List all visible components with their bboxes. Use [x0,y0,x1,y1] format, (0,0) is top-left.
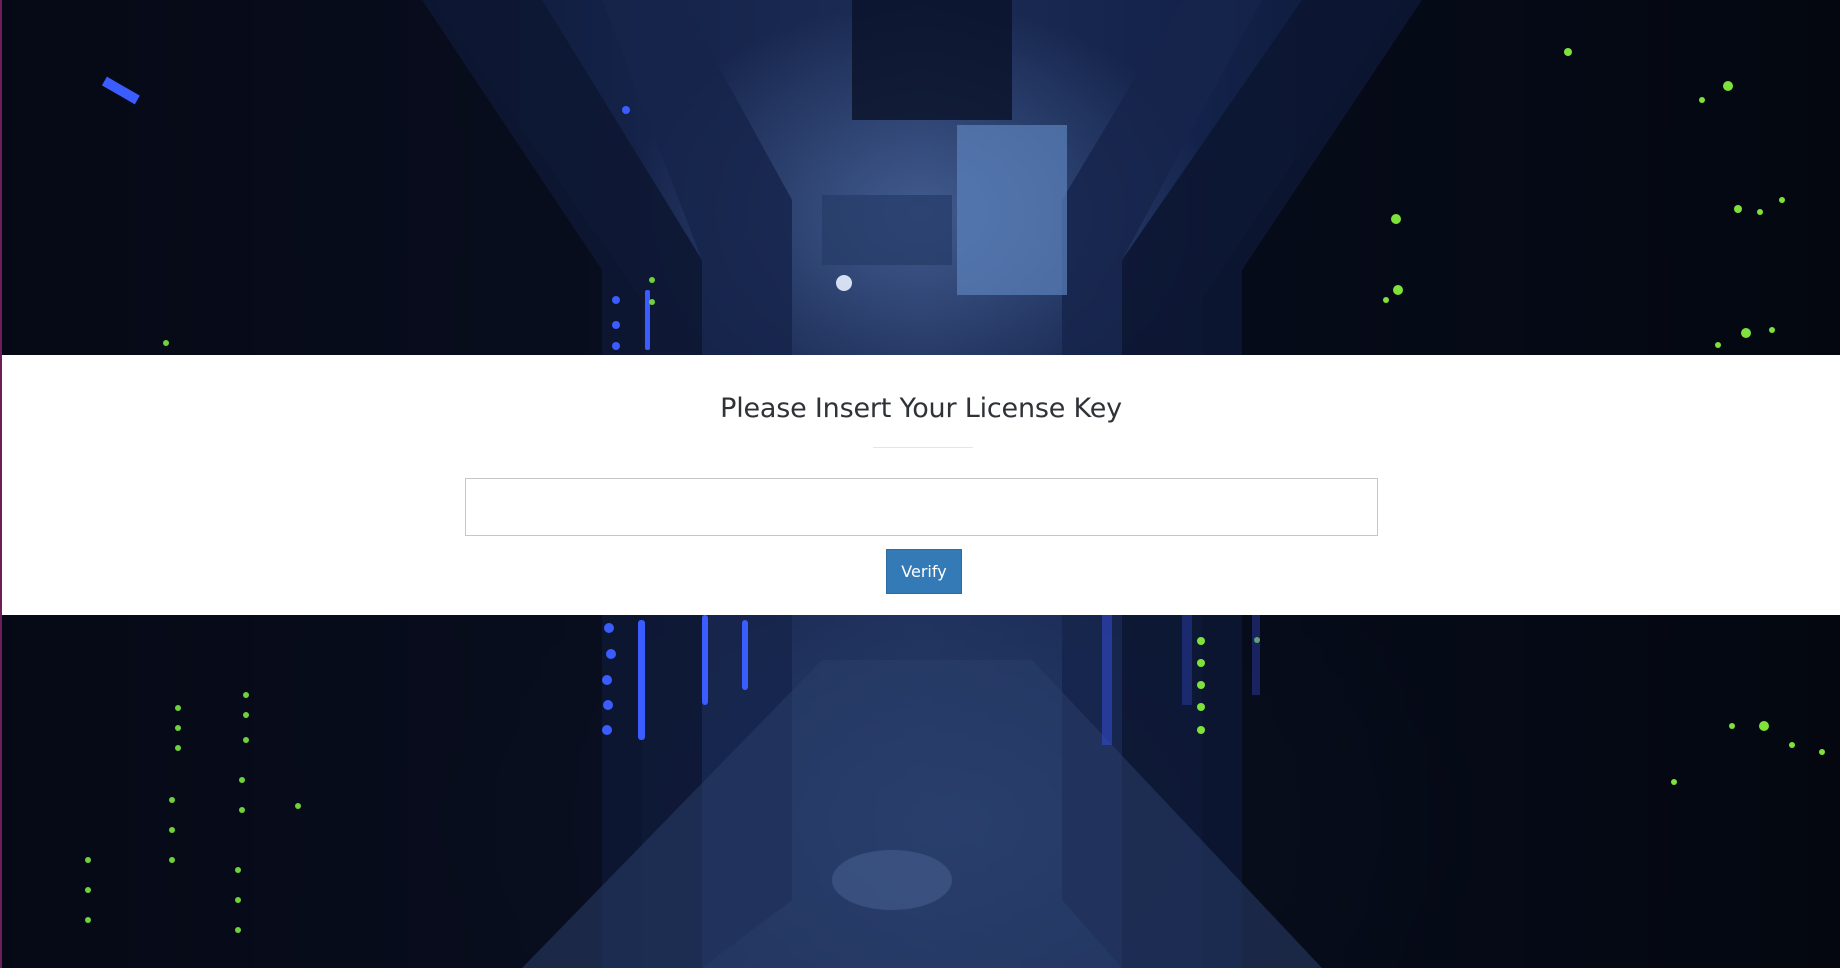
license-panel: Please Insert Your License Key Verify [2,355,1840,615]
title-divider [873,447,973,448]
far-light-panel [957,125,1067,295]
verify-button[interactable]: Verify [886,549,962,594]
license-key-input[interactable] [465,478,1378,536]
floor-reflection [832,850,952,910]
page-title: Please Insert Your License Key [720,393,1122,424]
far-rack-top [822,195,952,265]
window-left-border [0,0,2,968]
ceiling-beam [852,0,1012,120]
ceiling-light [836,275,852,291]
